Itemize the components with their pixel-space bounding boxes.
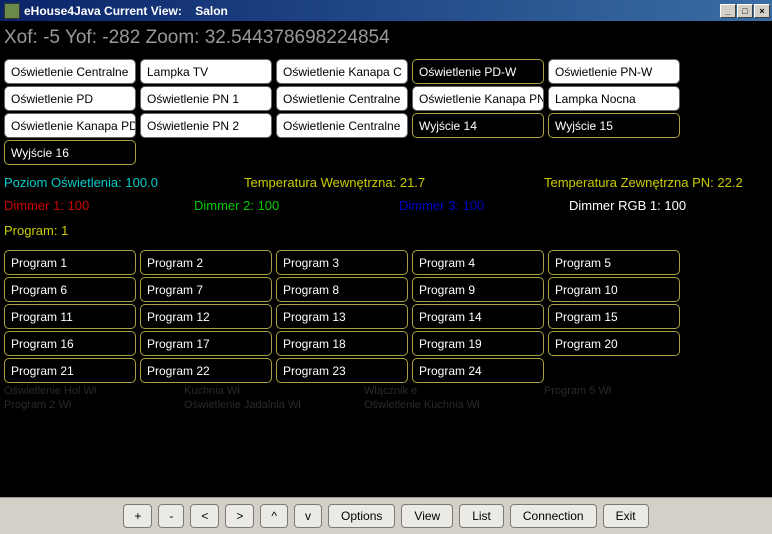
titlebar: eHouse4Java Current View: Salon _ □ × xyxy=(0,0,772,21)
program-button[interactable]: Program 11 xyxy=(4,304,136,329)
program-button[interactable]: Program 6 xyxy=(4,277,136,302)
program-button[interactable]: Program 3 xyxy=(276,250,408,275)
dimmer-1: Dimmer 1: 100 xyxy=(4,198,194,213)
program-label: Program: 1 xyxy=(4,223,768,238)
program-button[interactable]: Program 1 xyxy=(4,250,136,275)
light-button[interactable]: Oświetlenie Kanapa PN xyxy=(412,86,544,111)
window-title: eHouse4Java Current View: Salon xyxy=(24,4,720,18)
program-button[interactable]: Program 16 xyxy=(4,331,136,356)
pan-up-button[interactable]: ^ xyxy=(260,504,288,528)
program-button[interactable]: Program 17 xyxy=(140,331,272,356)
list-button[interactable]: List xyxy=(459,504,504,528)
program-button[interactable]: Program 22 xyxy=(140,358,272,383)
light-button[interactable]: Oświetlenie Centralne xyxy=(4,59,136,84)
light-button[interactable]: Oświetlenie PD xyxy=(4,86,136,111)
program-button[interactable]: Program 19 xyxy=(412,331,544,356)
light-button[interactable]: Lampka Nocna xyxy=(548,86,680,111)
temp-out: Temperatura Zewnętrzna PN: 22.2 xyxy=(544,175,743,190)
light-level: Poziom Oświetlenia: 100.0 xyxy=(4,175,244,190)
program-button[interactable]: Program 14 xyxy=(412,304,544,329)
light-button[interactable]: Oświetlenie Centralne xyxy=(276,113,408,138)
dimmer-rgb: Dimmer RGB 1: 100 xyxy=(569,198,686,213)
program-button[interactable]: Program 13 xyxy=(276,304,408,329)
temp-in: Temperatura Wewnętrzna: 21.7 xyxy=(244,175,544,190)
light-button[interactable]: Oświetlenie PN 2 xyxy=(140,113,272,138)
app-icon xyxy=(4,3,20,19)
light-button[interactable]: Oświetlenie PN-W xyxy=(548,59,680,84)
program-button[interactable]: Program 7 xyxy=(140,277,272,302)
maximize-button[interactable]: □ xyxy=(737,4,753,18)
light-button[interactable]: Wyjście 16 xyxy=(4,140,136,165)
program-button[interactable]: Program 20 xyxy=(548,331,680,356)
program-button[interactable]: Program 21 xyxy=(4,358,136,383)
zoom-in-button[interactable]: + xyxy=(123,504,152,528)
view-button[interactable]: View xyxy=(401,504,453,528)
light-button[interactable]: Lampka TV xyxy=(140,59,272,84)
light-button[interactable]: Oświetlenie Kanapa PD xyxy=(4,113,136,138)
light-button[interactable]: Oświetlenie Kanapa C xyxy=(276,59,408,84)
light-button[interactable]: Oświetlenie PN 1 xyxy=(140,86,272,111)
light-button[interactable]: Wyjście 14 xyxy=(412,113,544,138)
program-button[interactable]: Program 15 xyxy=(548,304,680,329)
program-button[interactable]: Program 5 xyxy=(548,250,680,275)
bottom-toolbar: + - < > ^ v Options View List Connection… xyxy=(0,497,772,534)
minimize-button[interactable]: _ xyxy=(720,4,736,18)
light-button[interactable]: Oświetlenie Centralne xyxy=(276,86,408,111)
faint-row-1: Oświetlenie Hol WłKuchnia WłWłącznik ePr… xyxy=(4,385,768,397)
title-text: eHouse4Java Current View: xyxy=(24,4,182,18)
options-button[interactable]: Options xyxy=(328,504,395,528)
pan-left-button[interactable]: < xyxy=(190,504,219,528)
pan-right-button[interactable]: > xyxy=(225,504,254,528)
program-button[interactable]: Program 10 xyxy=(548,277,680,302)
program-button[interactable]: Program 9 xyxy=(412,277,544,302)
program-button[interactable]: Program 8 xyxy=(276,277,408,302)
program-button[interactable]: Program 12 xyxy=(140,304,272,329)
program-button[interactable]: Program 18 xyxy=(276,331,408,356)
programs-grid: Program 1Program 2Program 3Program 4Prog… xyxy=(4,250,768,383)
connection-button[interactable]: Connection xyxy=(510,504,597,528)
room-name: Salon xyxy=(195,4,228,18)
lights-grid: Oświetlenie CentralneLampka TVOświetleni… xyxy=(4,59,768,165)
close-button[interactable]: × xyxy=(754,4,770,18)
dimmer-row: Dimmer 1: 100 Dimmer 2: 100 Dimmer 3: 10… xyxy=(4,198,768,213)
program-button[interactable]: Program 24 xyxy=(412,358,544,383)
program-button[interactable]: Program 2 xyxy=(140,250,272,275)
faint-row-2: Program 2 WłOświetlenie Jadalnia WłOświe… xyxy=(4,399,768,411)
program-button[interactable]: Program 4 xyxy=(412,250,544,275)
pan-down-button[interactable]: v xyxy=(294,504,322,528)
light-button[interactable]: Oświetlenie PD-W xyxy=(412,59,544,84)
dimmer-2: Dimmer 2: 100 xyxy=(194,198,399,213)
exit-button[interactable]: Exit xyxy=(603,504,649,528)
light-button[interactable]: Wyjście 15 xyxy=(548,113,680,138)
zoom-out-button[interactable]: - xyxy=(158,504,184,528)
program-button[interactable]: Program 23 xyxy=(276,358,408,383)
dimmer-3: Dimmer 3: 100 xyxy=(399,198,569,213)
coord-readout: Xof: -5 Yof: -282 Zoom: 32.5443786982248… xyxy=(4,25,768,59)
sensor-row: Poziom Oświetlenia: 100.0 Temperatura We… xyxy=(4,175,768,190)
main-view: Xof: -5 Yof: -282 Zoom: 32.5443786982248… xyxy=(0,21,772,497)
